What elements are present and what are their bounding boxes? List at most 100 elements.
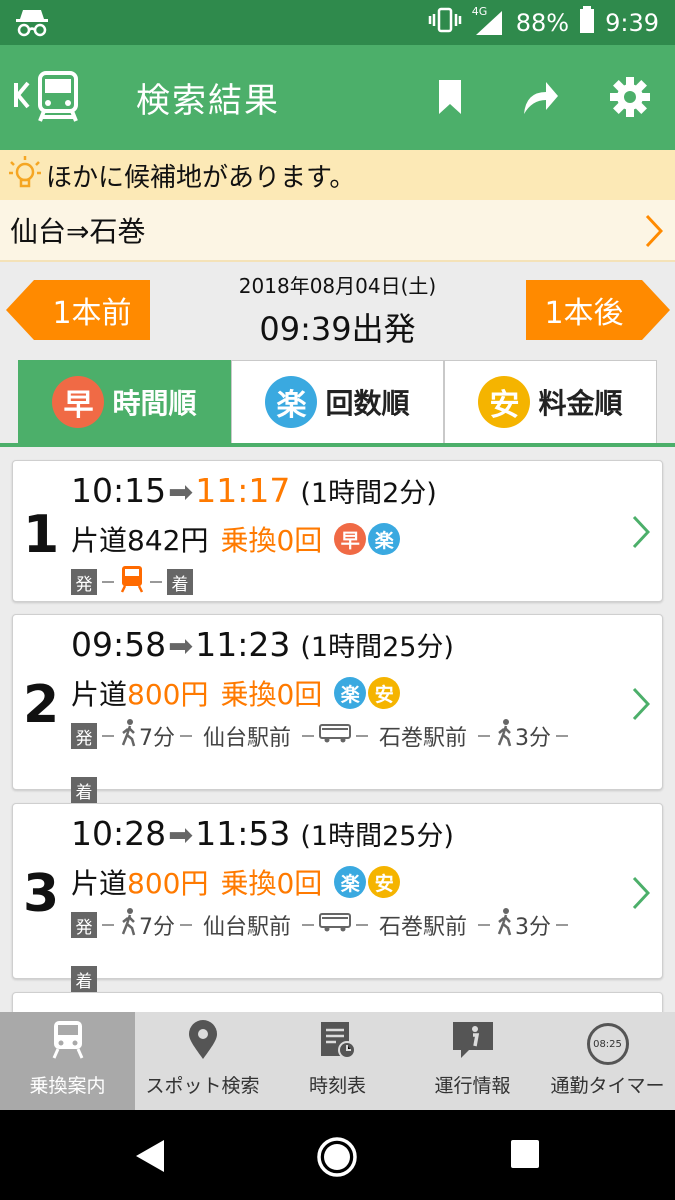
- prev-arrow-shape[interactable]: [6, 280, 34, 340]
- route-text: 仙台⇒石巻: [10, 215, 146, 248]
- chevron-right-icon: [645, 214, 664, 255]
- depart-mark: 発: [71, 723, 97, 749]
- vibrate-icon: [428, 6, 462, 40]
- home-icon[interactable]: [316, 1136, 358, 1182]
- walk-time: 3分: [515, 726, 552, 751]
- settings-button[interactable]: [602, 71, 658, 127]
- fare-row: 片道800円 乗換0回 楽 安: [71, 673, 401, 713]
- result-card-2[interactable]: 2 09:58 ➡ 11:23 (1時間25分) 片道800円 乗換0回 楽 安…: [12, 614, 663, 803]
- fare-amount: 800円: [127, 678, 209, 711]
- result-times: 09:58 ➡ 11:23 (1時間25分): [71, 625, 454, 664]
- route-steps: 発 着: [71, 565, 631, 599]
- depart-mark: 発: [71, 912, 97, 938]
- walk-icon: [495, 908, 515, 942]
- share-button[interactable]: [512, 71, 568, 127]
- nav-transfer-guide[interactable]: 乗換案内: [0, 1012, 135, 1110]
- walk-icon: [119, 719, 139, 753]
- date-navigation: 1本前 2018年08月04日(土) 09:39出発 1本後: [0, 264, 675, 360]
- map-pin-icon: [188, 1020, 218, 1065]
- battery-percent: 88%: [515, 9, 570, 37]
- tab-sort-fare[interactable]: 安 料金順: [444, 360, 657, 444]
- search-date: 2018年08月04日(土): [238, 274, 437, 298]
- divider: [356, 735, 369, 737]
- walk-time: 3分: [515, 915, 552, 940]
- bus-icon: [319, 912, 352, 938]
- train-icon: [119, 565, 145, 599]
- train-icon: [50, 1020, 86, 1065]
- divider: [478, 924, 491, 926]
- back-icon[interactable]: [134, 1138, 166, 1178]
- stop-name: 仙台駅前: [203, 726, 292, 751]
- cheap-badge-icon: 安: [478, 376, 531, 428]
- nav-service-info[interactable]: 運行情報: [405, 1012, 540, 1110]
- arrive-time: 11:17: [195, 471, 291, 510]
- arrive-mark: 着: [71, 777, 97, 803]
- divider: [356, 924, 369, 926]
- departure-time: 09:39出発: [259, 310, 416, 348]
- walk-icon: [119, 908, 139, 942]
- fare-row: 片道842円 乗換0回 早 楽: [71, 519, 401, 559]
- divider: [478, 735, 491, 737]
- system-navigation-bar: [0, 1110, 675, 1200]
- recents-icon[interactable]: [510, 1139, 540, 1173]
- signal-icon: 4G: [472, 5, 506, 37]
- walk-time: 7分: [139, 915, 175, 940]
- fare-prefix: 片道: [71, 678, 128, 711]
- nav-label: 乗換案内: [29, 1075, 106, 1097]
- stop-name: 石巻駅前: [379, 726, 468, 751]
- result-number: 2: [23, 675, 60, 735]
- bookmark-button[interactable]: [422, 71, 478, 127]
- divider: [556, 924, 569, 926]
- divider: [180, 924, 192, 926]
- tab-label: 時間順: [112, 387, 197, 420]
- depart-time: 10:28: [71, 814, 167, 853]
- fast-badge-icon: 早: [52, 376, 105, 428]
- bus-icon: [319, 723, 352, 749]
- fare-prefix: 片道: [71, 524, 128, 557]
- train-back-icon: [12, 69, 84, 129]
- route-steps: 発 7分 仙台駅前 石巻駅前 3分 着: [71, 719, 631, 803]
- back-home-button[interactable]: [10, 71, 86, 127]
- status-bar: 4G 88% 9:39: [0, 0, 675, 45]
- nav-timetable[interactable]: 時刻表: [270, 1012, 405, 1110]
- easy-badge-icon: 楽: [334, 866, 367, 898]
- candidate-notice[interactable]: ほかに候補地があります。: [0, 150, 675, 200]
- result-card-1[interactable]: 1 10:15 ➡ 11:17 (1時間2分) 片道842円 乗換0回 早 楽 …: [12, 460, 663, 602]
- tab-label: 料金順: [538, 387, 623, 420]
- tab-sort-time[interactable]: 早 時間順: [18, 360, 231, 444]
- clock: 9:39: [605, 9, 659, 37]
- nav-label: 時刻表: [308, 1075, 366, 1097]
- nav-label: 通勤タイマー: [550, 1075, 665, 1097]
- result-number: 1: [23, 505, 60, 565]
- transfer-count: 乗換0回: [220, 524, 323, 557]
- previous-train-button[interactable]: 1本前: [34, 280, 150, 340]
- fare-row: 片道800円 乗換0回 楽 安: [71, 862, 401, 902]
- divider: [302, 735, 315, 737]
- duration: (1時間25分): [300, 632, 454, 663]
- arrow-right-icon: ➡: [168, 629, 194, 664]
- next-arrow-shape[interactable]: [642, 280, 670, 340]
- arrow-right-icon: ➡: [168, 818, 194, 853]
- tab-sort-transfers[interactable]: 楽 回数順: [231, 360, 444, 444]
- timer-icon-text: 08:25: [593, 1038, 622, 1050]
- timetable-icon: [319, 1020, 357, 1065]
- nav-spot-search[interactable]: スポット検索: [135, 1012, 270, 1110]
- divider: [150, 581, 162, 583]
- divider: [102, 581, 114, 583]
- divider: [302, 924, 315, 926]
- cheap-badge-icon: 安: [368, 866, 401, 898]
- result-number: 3: [23, 864, 60, 924]
- nav-label: 運行情報: [434, 1075, 511, 1097]
- route-selector[interactable]: 仙台⇒石巻: [0, 200, 675, 262]
- result-card-3[interactable]: 3 10:28 ➡ 11:53 (1時間25分) 片道800円 乗換0回 楽 安…: [12, 803, 663, 992]
- bookmark-icon: [437, 78, 463, 120]
- fare: 片道800円: [71, 673, 208, 713]
- nav-commute-timer[interactable]: 08:25 通勤タイマー: [540, 1012, 675, 1110]
- next-train-button[interactable]: 1本後: [526, 280, 642, 340]
- timer-icon: 08:25: [586, 1023, 629, 1065]
- tab-underline: [0, 443, 675, 447]
- incognito-icon: [14, 7, 50, 41]
- arrive-time: 11:23: [195, 625, 291, 664]
- fast-badge-icon: 早: [334, 523, 367, 555]
- divider: [102, 735, 114, 737]
